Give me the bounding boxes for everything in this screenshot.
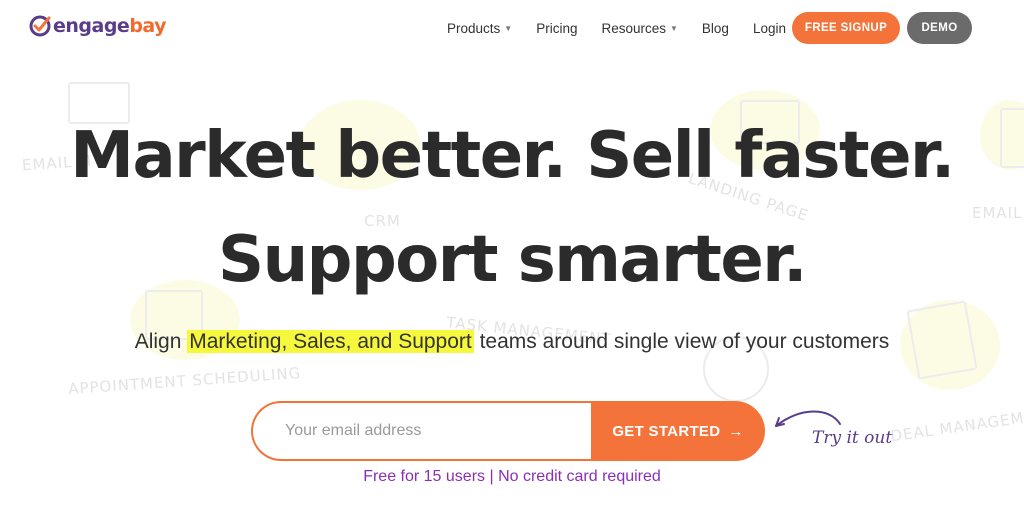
logo[interactable]: engagebay (28, 14, 167, 38)
logo-icon (28, 14, 52, 38)
get-started-button[interactable]: GET STARTED → (591, 401, 765, 461)
bg-label-appointment: APPOINTMENT SCHEDULING (67, 363, 302, 399)
highlighted-text: Marketing, Sales, and Support (187, 330, 474, 353)
main-nav: Products ▼ Pricing Resources ▼ Blog Login (447, 12, 810, 44)
logo-text: engagebay (53, 15, 167, 37)
signup-form: GET STARTED→ (251, 401, 765, 461)
free-users-note: Free for 15 users | No credit card requi… (363, 468, 661, 485)
arrow-right-icon: → (728, 422, 744, 440)
nav-item-pricing[interactable]: Pricing (536, 21, 577, 36)
nav-item-blog[interactable]: Blog (702, 21, 729, 36)
try-it-out-label: Try it out (812, 428, 893, 448)
nav-item-login[interactable]: Login (753, 21, 786, 36)
email-input[interactable] (251, 401, 596, 461)
hero-subheadline: Align Marketing, Sales, and Support team… (134, 330, 890, 353)
chevron-down-icon: ▼ (504, 23, 513, 33)
hero-headline-line1: Market better. Sell faster. (70, 119, 955, 193)
bg-label-email-right: EMAIL (972, 204, 1023, 222)
nav-item-resources[interactable]: Resources ▼ (601, 21, 677, 36)
chevron-down-icon: ▼ (670, 23, 678, 33)
free-signup-button[interactable]: FREE SIGNUP (792, 12, 900, 44)
demo-button[interactable]: DEMO (907, 12, 972, 44)
bg-label-deal: DEAL MANAGEM (889, 408, 1024, 446)
site-header: engagebay Products ▼ Pricing Resources ▼ B… (0, 0, 1024, 56)
nav-item-products[interactable]: Products ▼ (447, 21, 512, 36)
hero-headline-line2: Support smarter. (218, 223, 807, 297)
